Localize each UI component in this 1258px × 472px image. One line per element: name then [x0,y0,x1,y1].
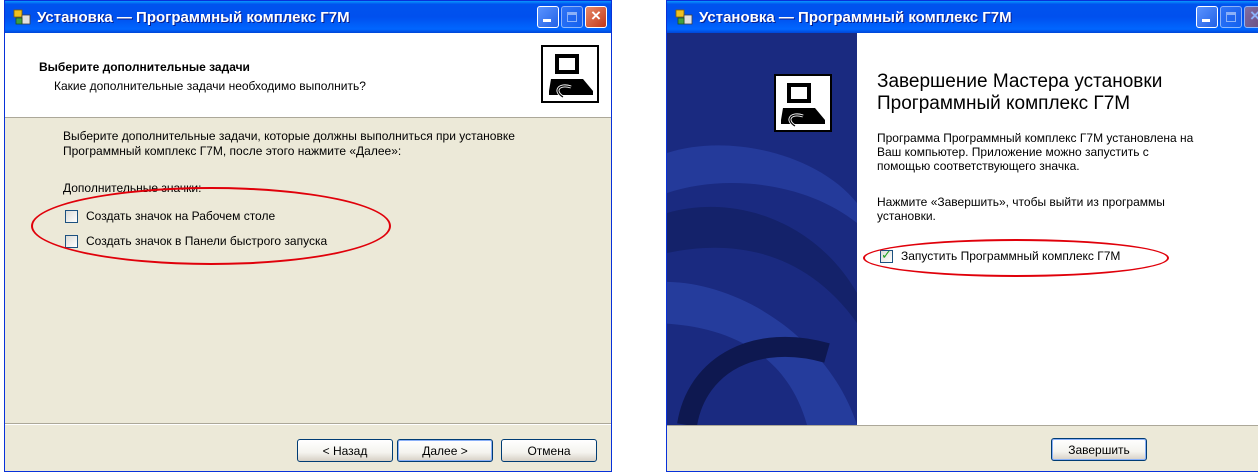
close-button: × [1244,6,1258,28]
finish-heading-line: Завершение Мастера установки [877,71,1163,92]
finish-heading: Завершение Мастера установки Программный… [877,71,1257,115]
minimize-icon [1202,19,1210,22]
page-subtitle: Какие дополнительные задачи необходимо в… [54,79,366,93]
title-bar[interactable]: Установка — Программный комплекс Г7М × [5,1,611,33]
wizard-header: Выберите дополнительные задачи Какие доп… [5,33,611,118]
launch-program-label: Запустить Программный комплекс Г7М [901,249,1121,263]
launch-program-option[interactable]: ✓ Запустить Программный комплекс Г7М [880,246,1121,263]
close-icon: × [1245,6,1258,26]
minimize-button[interactable] [537,6,559,28]
installed-info-text: Программа Программный комплекс Г7М устан… [877,131,1247,173]
minimize-icon [543,19,551,22]
maximize-icon [567,12,577,22]
setup-window-select-tasks: Установка — Программный комплекс Г7М × В… [4,0,612,472]
back-button[interactable]: < Назад [297,439,393,462]
quick-launch-label: Создать значок в Панели быстрого запуска [86,234,328,248]
info-line: Программа Программный комплекс Г7М устан… [877,131,1194,145]
quick-launch-icon-option[interactable]: Создать значок в Панели быстрого запуска [65,234,327,248]
setup-app-icon [13,9,31,25]
finish-button[interactable]: Завершить [1051,438,1147,461]
launch-program-checkbox[interactable]: ✓ [880,246,893,263]
page-title: Выберите дополнительные задачи [39,60,250,74]
setup-app-icon [675,9,693,25]
close-button[interactable]: × [585,6,607,28]
instructions-text: Выберите дополнительные задачи, которые … [63,129,603,159]
setup-computer-icon [541,45,599,103]
quick-launch-checkbox[interactable] [65,234,78,248]
highlight-oval [31,187,391,265]
button-area [667,425,1258,471]
instructions-line: Выберите дополнительные задачи, которые … [63,129,515,143]
instructions-line: Программный комплекс Г7М, после этого на… [63,144,402,158]
info-line: помощью соответствующего значка. [877,159,1080,173]
maximize-button [561,6,583,28]
finish-heading-line: Программный комплекс Г7М [877,93,1131,114]
banner-graphic [667,33,857,425]
desktop-icon-checkbox[interactable] [65,209,78,223]
window-title: Установка — Программный комплекс Г7М [699,8,1012,26]
close-icon: × [591,6,601,25]
setup-window-finish: Установка — Программный комплекс Г7М × З… [666,0,1258,472]
desktop-icon-label: Создать значок на Рабочем столе [86,209,276,223]
button-divider [5,423,611,425]
window-title: Установка — Программный комплекс Г7М [37,8,350,26]
checkmark-icon: ✓ [881,246,892,262]
info-line: Нажмите «Завершить», чтобы выйти из прог… [877,195,1165,209]
next-button[interactable]: Далее > [397,439,493,462]
title-bar[interactable]: Установка — Программный комплекс Г7М × [667,1,1258,33]
info-line: Ваш компьютер. Приложение можно запустит… [877,145,1149,159]
finish-instructions-text: Нажмите «Завершить», чтобы выйти из прог… [877,195,1247,223]
info-line: установки. [877,209,936,223]
minimize-button[interactable] [1196,6,1218,28]
desktop-icon-option[interactable]: Создать значок на Рабочем столе [65,209,275,223]
cancel-button[interactable]: Отмена [501,439,597,462]
maximize-button [1220,6,1242,28]
wizard-side-banner [667,33,857,425]
maximize-icon [1226,12,1236,22]
additional-icons-label: Дополнительные значки: [63,181,202,195]
